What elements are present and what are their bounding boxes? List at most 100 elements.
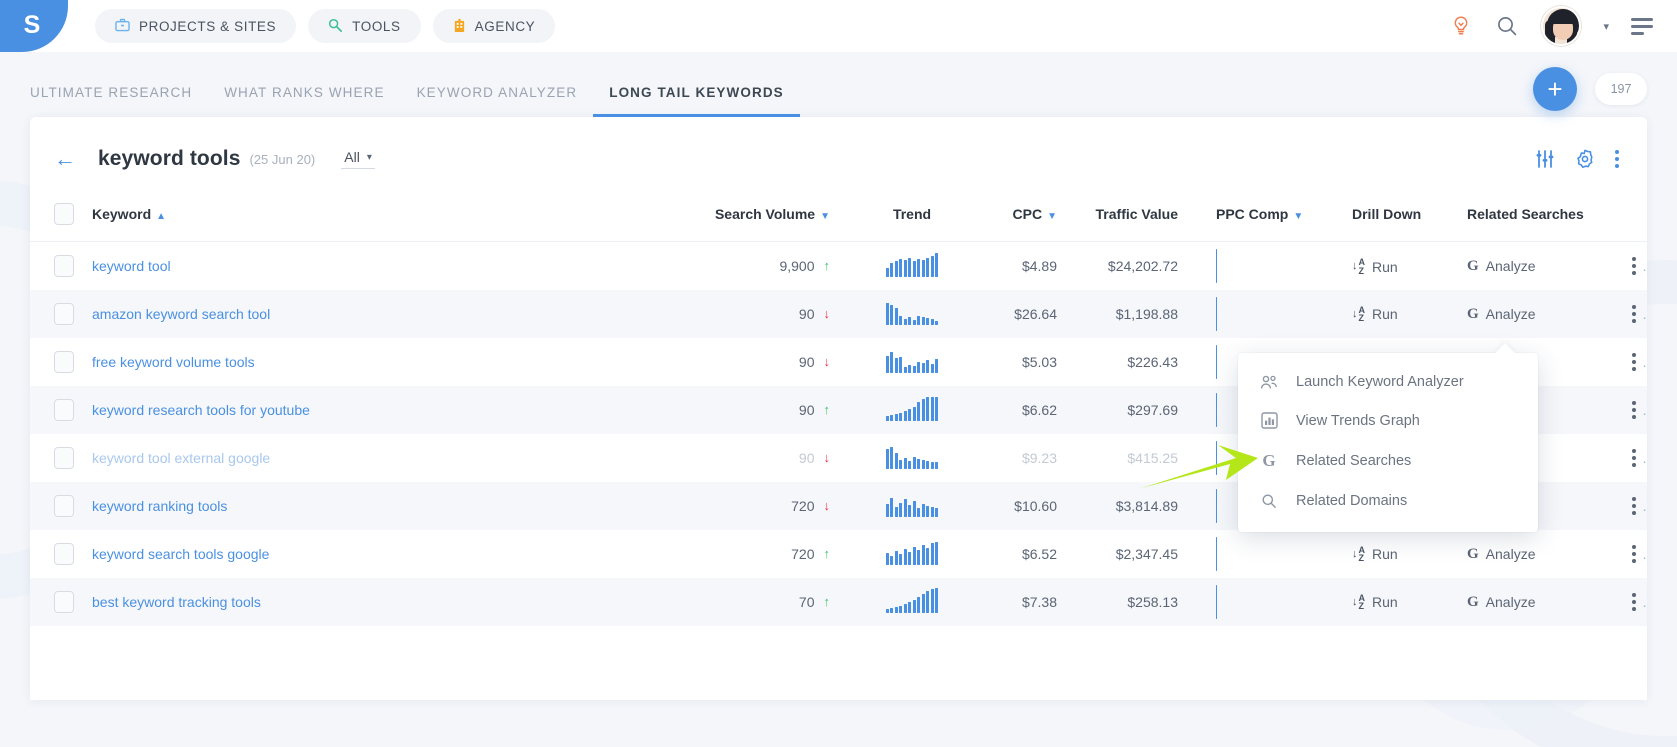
column-ppc-comp[interactable]: PPC Comp▼: [1192, 193, 1352, 242]
nav-pill-agency[interactable]: AGENCY: [433, 9, 556, 43]
keyword-link[interactable]: free keyword volume tools: [92, 354, 255, 370]
nav-pill-projects-and-sites[interactable]: PROJECTS & SITES: [95, 9, 296, 43]
wrench-icon: [328, 18, 343, 35]
gear-icon[interactable]: [1575, 149, 1595, 169]
row-select-cell[interactable]: [30, 338, 92, 386]
menu-item-view-trends-graph[interactable]: View Trends Graph: [1238, 401, 1538, 440]
analyze-button[interactable]: GAnalyze: [1467, 306, 1535, 323]
column-keyword[interactable]: Keyword▲: [92, 193, 692, 242]
table-row[interactable]: best keyword tracking tools70↑$7.38$258.…: [30, 578, 1647, 626]
add-button[interactable]: +: [1533, 67, 1577, 111]
row-overflow-menu-icon[interactable]: [1632, 401, 1636, 419]
row-overflow-menu-icon[interactable]: [1632, 449, 1636, 467]
keyword-cell: best keyword tracking tools: [92, 578, 692, 626]
run-button[interactable]: ↓AZRun: [1352, 306, 1398, 323]
sort-az-icon: ↓AZ: [1352, 594, 1365, 611]
select-all-checkbox[interactable]: [54, 203, 74, 225]
count-badge[interactable]: 197: [1595, 73, 1647, 105]
column-traffic-value[interactable]: Traffic Value: [1057, 193, 1192, 242]
trend-down-icon: ↓: [824, 354, 831, 369]
menu-item-launch-keyword-analyzer[interactable]: Launch Keyword Analyzer: [1238, 363, 1538, 401]
tab-keyword-analyzer[interactable]: KEYWORD ANALYZER: [401, 85, 594, 117]
row-select-cell[interactable]: [30, 386, 92, 434]
cpc-cell: $7.38: [972, 578, 1057, 626]
select-all-header[interactable]: [30, 193, 92, 242]
row-checkbox[interactable]: [54, 495, 74, 517]
keyword-link[interactable]: keyword tool: [92, 258, 171, 274]
table-row[interactable]: amazon keyword search tool90↓$26.64$1,19…: [30, 290, 1647, 338]
row-ellipsis-icon[interactable]: …: [1642, 354, 1647, 370]
chevron-down-icon[interactable]: ▾: [1603, 20, 1609, 33]
tab-ultimate-research[interactable]: ULTIMATE RESEARCH: [30, 85, 208, 117]
row-select-cell[interactable]: [30, 434, 92, 482]
row-select-cell[interactable]: [30, 530, 92, 578]
trend-down-icon: ↓: [824, 450, 831, 465]
app-logo[interactable]: S: [0, 0, 68, 52]
row-checkbox[interactable]: [54, 447, 74, 469]
ppc-comp-cell: [1192, 242, 1352, 290]
run-button[interactable]: ↓AZRun: [1352, 258, 1398, 275]
analyze-button[interactable]: GAnalyze: [1467, 594, 1535, 611]
ppc-comp-bar: [1216, 345, 1217, 379]
table-row[interactable]: keyword search tools google720↑$6.52$2,3…: [30, 530, 1647, 578]
row-ellipsis-icon[interactable]: …: [1642, 258, 1647, 274]
row-select-cell[interactable]: [30, 578, 92, 626]
row-overflow-menu-icon[interactable]: [1632, 545, 1636, 563]
trend-cell: [852, 530, 972, 578]
keyword-cell: keyword tool external google: [92, 434, 692, 482]
column-related-searches[interactable]: Related Searches: [1467, 193, 1632, 242]
column-cpc[interactable]: CPC▼: [972, 193, 1057, 242]
card-overflow-menu-icon[interactable]: [1615, 150, 1619, 168]
row-overflow-menu-icon[interactable]: [1632, 593, 1636, 611]
tab-what-ranks-where[interactable]: WHAT RANKS WHERE: [208, 85, 400, 117]
back-arrow-icon[interactable]: ←: [54, 148, 76, 170]
row-ellipsis-icon[interactable]: …: [1642, 546, 1647, 562]
row-ellipsis-icon[interactable]: …: [1642, 306, 1647, 322]
analyze-button[interactable]: GAnalyze: [1467, 546, 1535, 563]
hamburger-menu-icon[interactable]: [1631, 18, 1653, 35]
column-trend[interactable]: Trend: [852, 193, 972, 242]
row-ellipsis-icon[interactable]: …: [1642, 498, 1647, 514]
menu-item-related-domains[interactable]: Related Domains: [1238, 482, 1538, 520]
row-overflow-menu-icon[interactable]: [1632, 353, 1636, 371]
row-overflow-menu-icon[interactable]: [1632, 497, 1636, 515]
top-bar-right-controls: ▾: [1449, 6, 1677, 46]
filter-select[interactable]: All ▾: [341, 149, 375, 169]
run-button[interactable]: ↓AZRun: [1352, 594, 1398, 611]
keyword-link[interactable]: amazon keyword search tool: [92, 306, 270, 322]
sliders-icon[interactable]: [1535, 150, 1555, 168]
row-ellipsis-icon[interactable]: …: [1642, 402, 1647, 418]
table-row[interactable]: keyword tool9,900↑$4.89$24,202.72↓AZRunG…: [30, 242, 1647, 290]
keyword-link[interactable]: best keyword tracking tools: [92, 594, 261, 610]
lightbulb-icon[interactable]: [1449, 14, 1473, 38]
row-checkbox[interactable]: [54, 399, 74, 421]
keyword-link[interactable]: keyword search tools google: [92, 546, 269, 562]
row-checkbox[interactable]: [54, 591, 74, 613]
search-volume-value: 90: [799, 402, 815, 418]
row-ellipsis-icon[interactable]: …: [1642, 594, 1647, 610]
avatar[interactable]: [1541, 6, 1581, 46]
row-checkbox[interactable]: [54, 543, 74, 565]
run-button[interactable]: ↓AZRun: [1352, 546, 1398, 563]
row-checkbox[interactable]: [54, 303, 74, 325]
keyword-link[interactable]: keyword research tools for youtube: [92, 402, 310, 418]
menu-item-related-searches[interactable]: G Related Searches: [1238, 440, 1538, 482]
row-checkbox[interactable]: [54, 255, 74, 277]
analyze-button[interactable]: GAnalyze: [1467, 258, 1535, 275]
row-context-menu[interactable]: Launch Keyword Analyzer View Trends Grap…: [1238, 353, 1538, 532]
tab-long-tail-keywords[interactable]: LONG TAIL KEYWORDS: [593, 85, 800, 117]
column-search-volume[interactable]: Search Volume▼: [692, 193, 852, 242]
row-checkbox[interactable]: [54, 351, 74, 373]
search-icon[interactable]: [1495, 14, 1519, 38]
column-drill-down[interactable]: Drill Down: [1352, 193, 1467, 242]
row-select-cell[interactable]: [30, 290, 92, 338]
ppc-comp-bar: [1216, 393, 1217, 427]
nav-pill-tools[interactable]: TOOLS: [308, 9, 421, 43]
row-ellipsis-icon[interactable]: …: [1642, 450, 1647, 466]
keyword-link[interactable]: keyword ranking tools: [92, 498, 227, 514]
row-overflow-menu-icon[interactable]: [1632, 257, 1636, 275]
row-select-cell[interactable]: [30, 242, 92, 290]
row-overflow-menu-icon[interactable]: [1632, 305, 1636, 323]
row-select-cell[interactable]: [30, 482, 92, 530]
keyword-link[interactable]: keyword tool external google: [92, 450, 270, 466]
